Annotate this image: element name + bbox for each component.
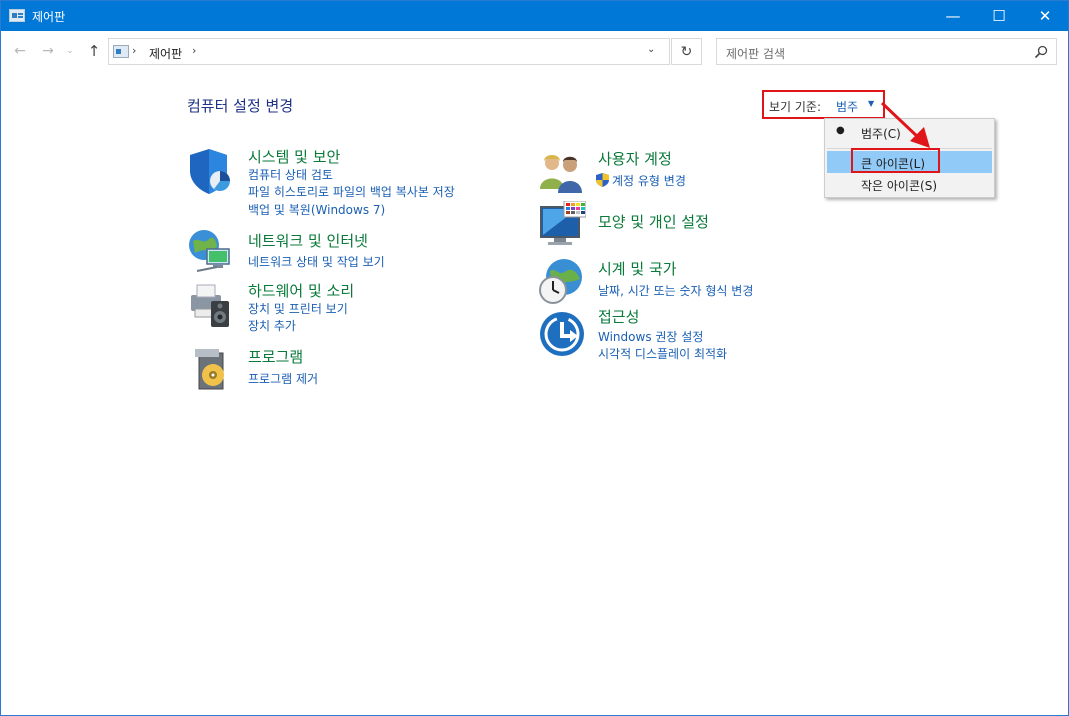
network-internet-title[interactable]: 네트워크 및 인터넷 [248,230,368,251]
network-status-link[interactable]: 네트워크 상태 및 작업 보기 [248,253,385,270]
page-title: 컴퓨터 설정 변경 [187,97,294,115]
change-account-type-label: 계정 유형 변경 [612,174,686,188]
uninstall-program-link[interactable]: 프로그램 제거 [248,370,318,387]
up-arrow-icon[interactable]: ↑ [85,41,103,61]
view-by-control[interactable]: 보기 기준: 범주 ▼ [762,90,885,119]
change-account-type-link[interactable]: 계정 유형 변경 [596,172,686,189]
accessibility-title[interactable]: 접근성 [598,306,639,327]
optimize-display-link[interactable]: 시각적 디스플레이 최적화 [598,345,727,362]
appearance-title[interactable]: 모양 및 개인 설정 [598,211,709,232]
devices-printers-link[interactable]: 장치 및 프린터 보기 [248,300,348,317]
address-bar[interactable]: › 제어판 › ⌄ [108,38,670,65]
view-by-dropdown[interactable]: 범주 [836,98,858,115]
system-security-title[interactable]: 시스템 및 보안 [248,146,340,167]
security-shield-icon[interactable] [187,147,235,195]
program-disc-icon[interactable] [187,345,235,393]
window-title: 제어판 [32,10,66,24]
review-computer-status-link[interactable]: 컴퓨터 상태 검토 [248,166,333,183]
address-dropdown-chevron-icon[interactable]: ⌄ [647,44,655,55]
breadcrumb-separator-icon[interactable]: › [132,44,136,57]
programs-title[interactable]: 프로그램 [248,346,303,367]
monitor-palette-icon[interactable] [538,201,586,249]
close-button[interactable]: ✕ [1022,1,1068,31]
highlight-box [851,148,940,173]
minimize-button[interactable]: — [930,1,976,31]
title-bar: 제어판 — ☐ ✕ [1,1,1068,31]
control-panel-icon [9,9,25,22]
user-accounts-title[interactable]: 사용자 계정 [598,148,672,169]
menu-item-label: 작은 아이콘(S) [861,179,937,193]
recommended-settings-link[interactable]: Windows 권장 설정 [598,328,703,345]
maximize-button[interactable]: ☐ [976,1,1022,31]
search-icon[interactable] [1034,45,1048,59]
search-input[interactable]: 제어판 검색 [716,38,1057,65]
control-panel-window: 제어판 — ☐ ✕ ← → ⌄ ↑ › 제어판 › ⌄ ↻ 제어판 검색 컴퓨터… [0,0,1069,716]
forward-arrow-icon[interactable]: → [39,41,57,61]
breadcrumb-control-panel[interactable]: 제어판 [149,45,182,62]
uac-shield-icon [596,173,609,187]
refresh-button[interactable]: ↻ [671,38,702,65]
network-globe-icon[interactable] [187,227,235,275]
users-icon[interactable] [538,149,586,197]
control-panel-icon [113,45,129,58]
back-arrow-icon[interactable]: ← [11,41,29,61]
printer-speaker-icon[interactable] [187,281,235,329]
recent-locations-chevron-icon[interactable]: ⌄ [64,41,76,61]
search-placeholder: 제어판 검색 [726,47,786,61]
clock-region-title[interactable]: 시계 및 국가 [598,258,677,279]
add-device-link[interactable]: 장치 추가 [248,317,296,334]
hardware-sound-title[interactable]: 하드웨어 및 소리 [248,280,354,301]
date-time-format-link[interactable]: 날짜, 시간 또는 숫자 형식 변경 [598,282,753,299]
selected-bullet-icon: ● [836,125,845,136]
file-history-link[interactable]: 파일 히스토리로 파일의 백업 복사본 저장 [248,183,455,200]
dropdown-arrow-icon[interactable]: ▼ [868,99,874,108]
menu-item-small-icons[interactable]: 작은 아이콘(S) [827,173,992,195]
backup-restore-link[interactable]: 백업 및 복원(Windows 7) [248,201,385,218]
view-by-label: 보기 기준: [769,100,822,114]
accessibility-icon[interactable] [538,310,586,358]
annotation-arrow-icon [880,101,930,148]
breadcrumb-separator-icon[interactable]: › [192,44,196,57]
clock-globe-icon[interactable] [538,257,586,305]
